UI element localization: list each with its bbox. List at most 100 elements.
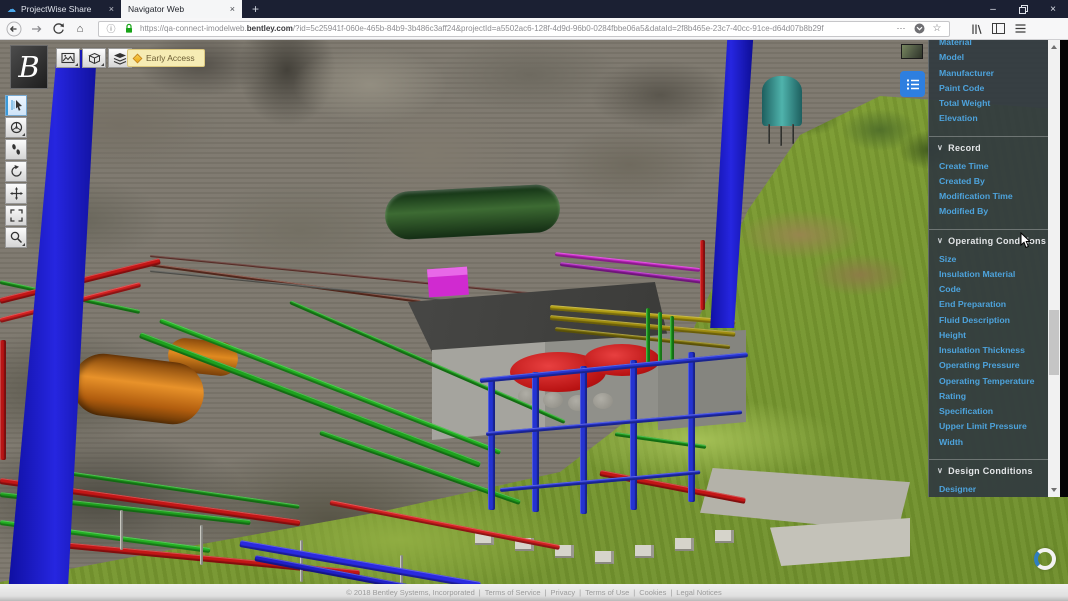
url-prefix: https://qa-connect-imodelweb. (140, 24, 247, 33)
property-field[interactable]: Manufacturer (929, 66, 1048, 81)
property-field[interactable]: Material (929, 40, 1048, 50)
menu-button[interactable] (1010, 20, 1030, 38)
property-field[interactable]: Rating (929, 389, 1048, 404)
close-button[interactable]: × (1038, 0, 1068, 18)
home-button[interactable]: ⌂ (70, 20, 90, 38)
gray-cylinder (543, 392, 563, 408)
back-icon (6, 21, 22, 37)
cloud-icon: ☁ (7, 5, 16, 14)
fit-view-tool-button[interactable] (5, 205, 27, 226)
library-icon (970, 23, 982, 35)
footer-link[interactable]: Privacy (551, 588, 576, 597)
column-blue (630, 360, 637, 510)
walk-tool-button[interactable] (5, 139, 27, 160)
property-field[interactable]: Designer (929, 482, 1048, 497)
property-field[interactable]: Fluid Description (929, 313, 1048, 328)
forward-button[interactable] (26, 20, 46, 38)
property-field[interactable]: Elevation (929, 111, 1048, 126)
property-field[interactable]: Model (929, 50, 1048, 65)
rack-post (200, 525, 203, 565)
property-field[interactable]: Modification Time (929, 189, 1048, 204)
section-title: Record (948, 143, 981, 153)
tab-navigator-web[interactable]: Navigator Web × (121, 0, 242, 18)
tab-close-icon[interactable]: × (230, 4, 235, 14)
orbit-tool-button[interactable] (5, 161, 27, 182)
chevron-down-icon: ∨ (937, 143, 943, 152)
early-access-label: Early Access (146, 53, 195, 63)
navigation-toolbar: ⌂ ⓘ https://qa-connect-imodelweb.bentley… (0, 18, 1068, 40)
model-views-button[interactable] (82, 48, 106, 68)
page-actions-icon[interactable]: ⋯ (894, 23, 908, 34)
column-blue (688, 352, 695, 502)
pocket-icon[interactable] (912, 23, 926, 34)
property-section-header[interactable]: ∨ Record (929, 136, 1048, 159)
navigation-tools (5, 95, 27, 249)
property-field[interactable]: Specification (929, 404, 1048, 419)
concrete-footing (635, 545, 654, 558)
property-field[interactable]: Operating Temperature (929, 374, 1048, 389)
loading-spinner-icon (1034, 548, 1056, 570)
bentley-logo-button[interactable]: B (10, 45, 48, 89)
view-wheel-tool-button[interactable] (5, 117, 27, 138)
fit-view-icon (10, 209, 23, 222)
scroll-down-arrow-icon[interactable] (1051, 488, 1057, 492)
properties-panel-toggle[interactable] (900, 71, 925, 97)
scrollbar-thumb[interactable] (1049, 310, 1059, 375)
view-wheel-icon (10, 121, 23, 134)
water-tower (762, 76, 802, 126)
url-bar[interactable]: ⓘ https://qa-connect-imodelweb.bentley.c… (98, 21, 950, 37)
sidebar-toggle-button[interactable] (988, 20, 1008, 38)
property-field[interactable]: Create Time (929, 159, 1048, 174)
tab-projectwise-share[interactable]: ☁ ProjectWise Share × (0, 0, 121, 18)
tab-label: ProjectWise Share (21, 4, 91, 14)
property-field[interactable]: Insulation Thickness (929, 343, 1048, 358)
zoom-tool-button[interactable] (5, 227, 27, 248)
property-field[interactable]: Created By (929, 174, 1048, 189)
concrete-footing (675, 538, 694, 551)
property-field[interactable]: Insulation Material (929, 267, 1048, 282)
minimized-panel-thumbnail[interactable] (901, 44, 923, 59)
footer-link[interactable]: Cookies (639, 588, 666, 597)
library-button[interactable] (966, 20, 986, 38)
water-tower-leg (768, 124, 770, 144)
property-field[interactable]: Upper Limit Pressure (929, 419, 1048, 434)
scroll-up-arrow-icon[interactable] (1051, 45, 1057, 49)
panel-scrollbar[interactable] (1048, 40, 1060, 497)
viewport-3d[interactable]: B Early Access (0, 40, 1068, 584)
url-path: /?id=5c25941f-060e-465b-84b9-3b486c3aff2… (293, 24, 824, 33)
saved-views-button[interactable] (56, 48, 80, 68)
property-field[interactable]: End Preparation (929, 297, 1048, 312)
select-tool-button[interactable] (5, 95, 27, 116)
restore-button[interactable] (1008, 0, 1038, 18)
page-info-icon[interactable]: ⓘ (104, 22, 118, 35)
footer-link[interactable]: Terms of Use (585, 588, 629, 597)
new-tab-button[interactable]: + (242, 0, 269, 18)
footer-link[interactable]: Terms of Service (485, 588, 541, 597)
rack-post (120, 510, 123, 550)
view-toolbar (56, 48, 132, 68)
pipe-red (700, 240, 705, 310)
property-field[interactable]: Height (929, 328, 1048, 343)
property-field[interactable]: Modified By (929, 204, 1048, 219)
property-field[interactable]: Total Weight (929, 96, 1048, 111)
tab-close-icon[interactable]: × (109, 4, 114, 14)
footer-link[interactable]: Legal Notices (676, 588, 721, 597)
property-section-header[interactable]: ∨Design Conditions (929, 459, 1048, 482)
panel-right-edge (1060, 40, 1068, 497)
column-blue (488, 380, 495, 510)
concrete-footing (595, 551, 614, 564)
copyright-text: © 2018 Bentley Systems, Incorporated (346, 588, 475, 597)
sidebar-icon (992, 23, 1005, 34)
reload-button[interactable] (48, 20, 68, 38)
pipe-green (658, 312, 662, 364)
minimize-button[interactable]: – (978, 0, 1008, 18)
back-button[interactable] (4, 20, 24, 38)
property-field[interactable]: Code (929, 282, 1048, 297)
bookmark-star-icon[interactable]: ☆ (930, 23, 944, 34)
property-field[interactable]: Width (929, 435, 1048, 450)
zoom-tool-icon (10, 231, 23, 244)
pan-tool-icon (10, 187, 23, 200)
pan-tool-button[interactable] (5, 183, 27, 204)
property-field[interactable]: Operating Pressure (929, 358, 1048, 373)
property-field[interactable]: Paint Code (929, 81, 1048, 96)
